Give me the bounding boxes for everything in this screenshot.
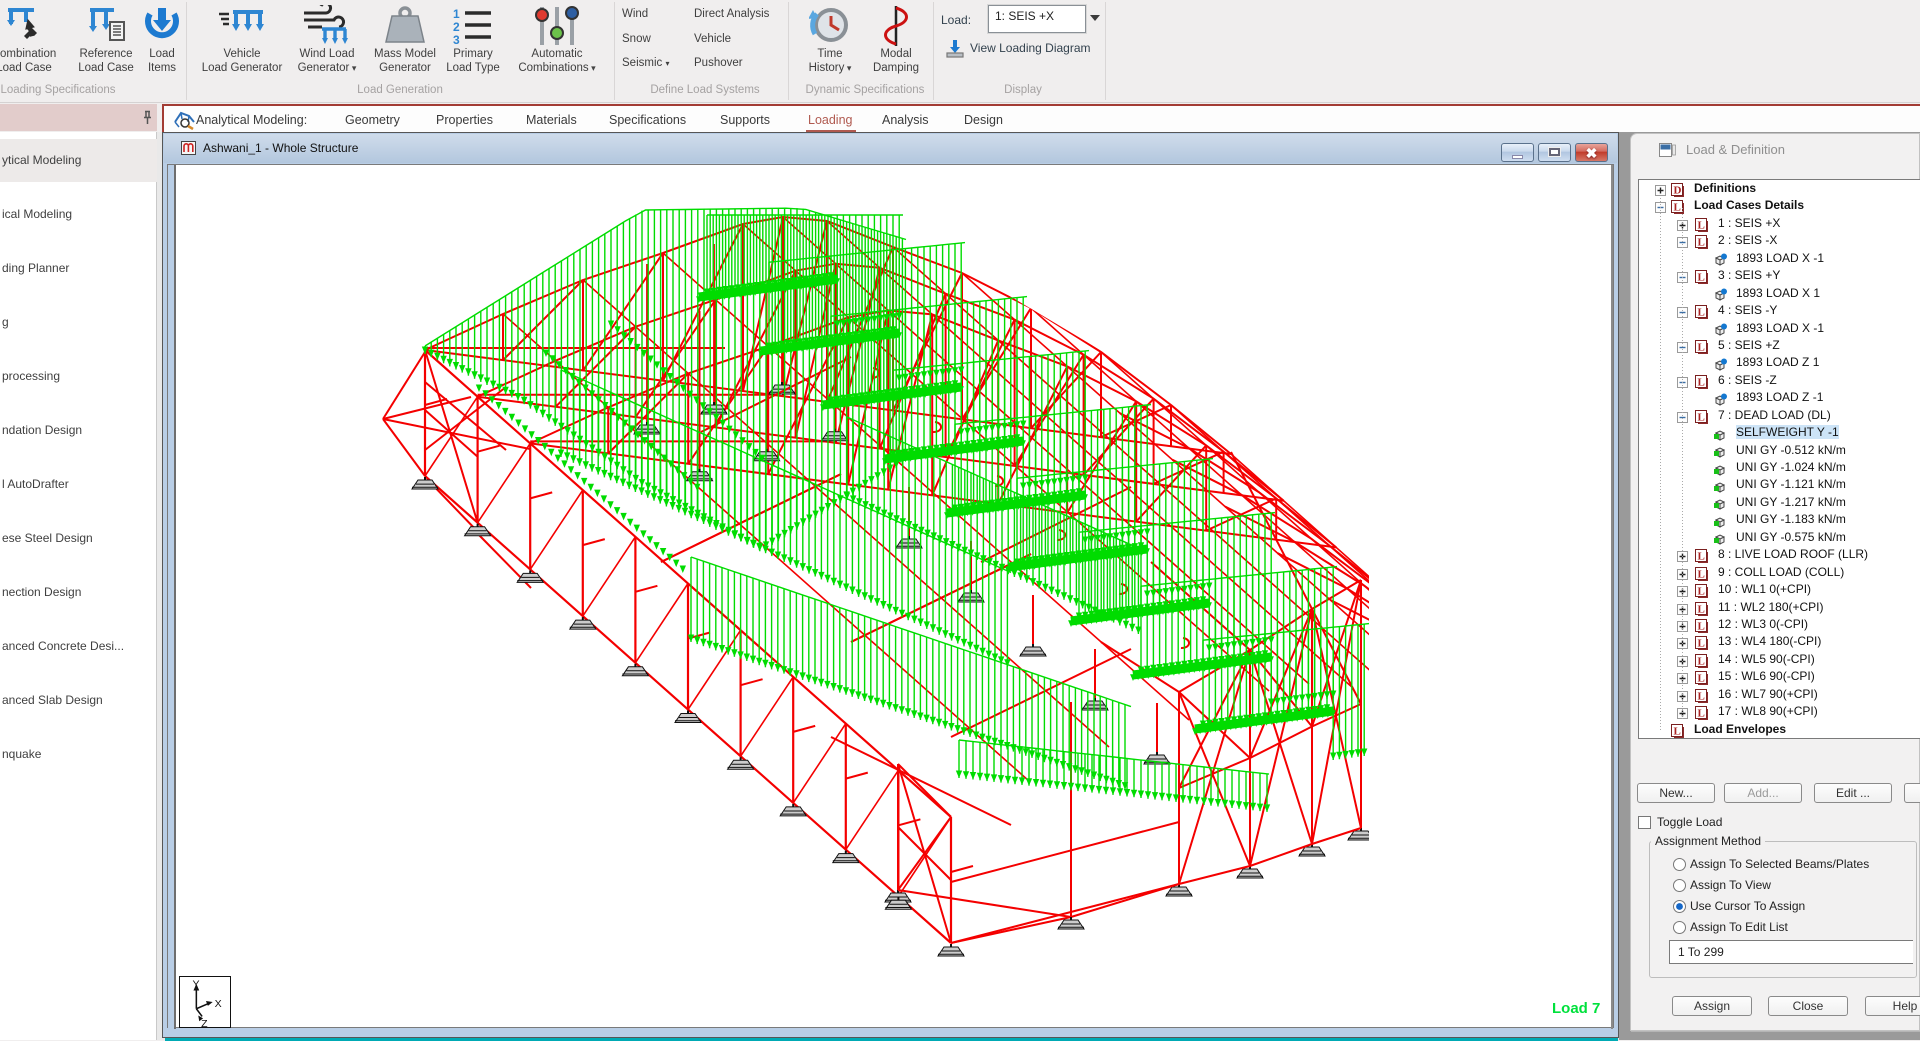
svg-text:L: L — [1698, 219, 1705, 231]
svg-text:L: L — [1698, 586, 1705, 598]
svg-text:2: 2 — [453, 20, 460, 34]
svg-text:L: L — [1698, 673, 1705, 685]
svg-text:L: L — [1698, 655, 1705, 667]
svg-text:L: L — [1698, 341, 1705, 353]
svg-text:X: X — [215, 998, 222, 1010]
svg-text:D: D — [1674, 185, 1682, 197]
svg-text:L: L — [1698, 307, 1705, 319]
svg-text:1: 1 — [453, 7, 460, 21]
svg-text:L: L — [1698, 376, 1705, 388]
svg-text:L: L — [1698, 551, 1705, 563]
svg-text:L: L — [1698, 272, 1705, 284]
svg-text:L: L — [1698, 568, 1705, 580]
svg-text:L: L — [1698, 638, 1705, 650]
svg-text:L: L — [1698, 708, 1705, 720]
svg-text:L: L — [1698, 690, 1705, 702]
svg-text:Y: Y — [193, 979, 200, 991]
svg-text:L: L — [1698, 411, 1705, 423]
svg-text:L: L — [1698, 603, 1705, 615]
svg-text:L: L — [1698, 621, 1705, 633]
svg-text:L: L — [1674, 202, 1681, 214]
svg-text:L: L — [1698, 237, 1705, 249]
svg-text:3: 3 — [453, 33, 460, 46]
svg-text:Z: Z — [201, 1018, 208, 1028]
svg-text:L: L — [1674, 725, 1681, 737]
